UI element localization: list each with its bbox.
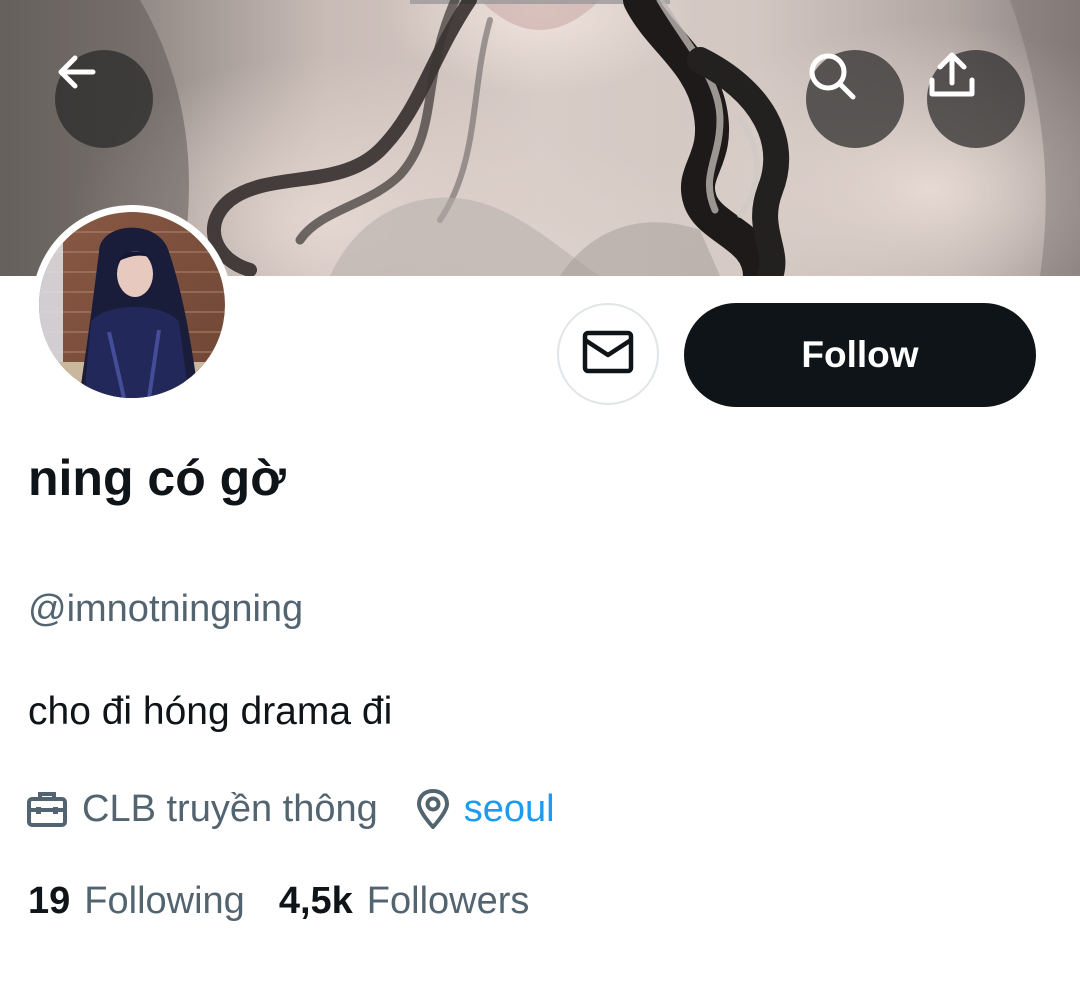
following-label: Following	[84, 880, 245, 922]
followers-count: 4,5k	[278, 880, 353, 922]
bio: cho đi hóng drama đi	[28, 690, 393, 733]
message-button[interactable]	[557, 303, 659, 405]
briefcase-icon	[26, 789, 68, 829]
followers-label: Followers	[366, 880, 530, 922]
avatar-image	[39, 212, 225, 398]
search-button[interactable]	[806, 50, 904, 148]
username-handle: @imnotningning	[28, 588, 304, 630]
location-info: seoul	[416, 788, 555, 831]
work-info: CLB truyền thông	[26, 788, 378, 831]
avatar[interactable]	[32, 205, 232, 405]
location-pin-icon	[416, 788, 450, 830]
follow-stats: 19 Following 4,5k Followers	[28, 880, 529, 923]
profile-meta: CLB truyền thông seoul	[26, 784, 555, 834]
location-link[interactable]: seoul	[464, 788, 555, 831]
work-text: CLB truyền thông	[82, 787, 378, 830]
envelope-icon	[582, 330, 634, 379]
follow-button[interactable]: Follow	[684, 303, 1036, 407]
back-button[interactable]	[55, 50, 153, 148]
following-stat[interactable]: 19 Following	[28, 880, 245, 923]
share-button[interactable]	[927, 50, 1025, 148]
followers-stat[interactable]: 4,5k Followers	[279, 880, 530, 923]
display-name: ning có gờ	[28, 450, 286, 506]
following-count: 19	[28, 880, 71, 922]
